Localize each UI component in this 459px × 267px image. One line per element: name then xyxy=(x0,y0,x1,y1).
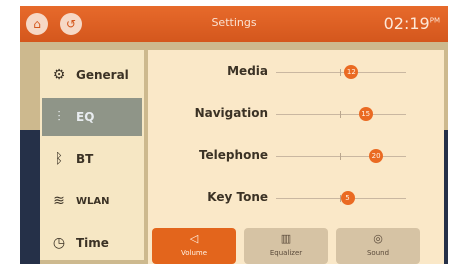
clock: 02:19PM xyxy=(384,14,440,33)
tab-equalizer[interactable]: ▥ Equalizer xyxy=(244,228,328,264)
top-bar: ⌂ ↺ Settings 02:19PM xyxy=(20,6,448,42)
bottom-tab-bar: ◁ Volume ▥ Equalizer ◎ Sound xyxy=(152,228,440,264)
slider-row-telephone: Telephone 20 xyxy=(148,136,444,176)
settings-sidebar: ⚙ General ⫶ EQ ᛒ BT ≋ WLAN ◷ Time xyxy=(40,50,144,260)
slider-label: Key Tone xyxy=(207,190,268,204)
tab-label: Equalizer xyxy=(269,249,303,257)
sound-icon: ◎ xyxy=(373,232,383,245)
slider-track[interactable]: 5 xyxy=(276,191,406,205)
clock-icon: ◷ xyxy=(52,235,66,251)
sidebar-item-wlan[interactable]: ≋ WLAN xyxy=(42,182,142,220)
sidebar-item-eq[interactable]: ⫶ EQ xyxy=(42,98,142,136)
bluetooth-icon: ᛒ xyxy=(54,151,64,167)
slider-track[interactable]: 20 xyxy=(276,149,406,163)
slider-label: Navigation xyxy=(194,106,268,120)
equalizer-bars-icon: ▥ xyxy=(280,232,292,245)
sidebar-item-label: BT xyxy=(76,152,94,166)
speaker-icon: ◁ xyxy=(189,232,199,245)
clock-time: 02:19 xyxy=(383,14,430,33)
slider-row-media: Media 12 xyxy=(148,52,444,92)
tab-volume[interactable]: ◁ Volume xyxy=(152,228,236,264)
sidebar-item-label: Time xyxy=(76,236,109,250)
sidebar-item-label: EQ xyxy=(76,110,95,124)
slider-label: Media xyxy=(227,64,268,78)
volume-panel: Media 12 Navigation 15 Telephone 20 Key … xyxy=(148,50,444,264)
slider-knob[interactable]: 15 xyxy=(358,107,373,121)
sidebar-item-general[interactable]: ⚙ General xyxy=(42,56,142,94)
left-edge-band xyxy=(20,130,40,264)
tab-label: Volume xyxy=(180,249,208,257)
sidebar-item-time[interactable]: ◷ Time xyxy=(42,224,142,262)
clock-suffix: PM xyxy=(429,16,440,25)
tab-label: Sound xyxy=(366,249,390,257)
head-unit-screen: ⌂ ↺ Settings 02:19PM ⚙ General ⫶ EQ ᛒ BT… xyxy=(20,6,448,264)
sidebar-item-label: General xyxy=(76,68,129,82)
gear-icon: ⚙ xyxy=(52,67,66,83)
slider-track[interactable]: 15 xyxy=(276,107,406,121)
right-edge-band xyxy=(444,130,448,264)
slider-center-tick xyxy=(340,153,341,160)
slider-knob[interactable]: 12 xyxy=(344,65,359,79)
sidebar-item-bt[interactable]: ᛒ BT xyxy=(42,140,142,178)
tab-sound[interactable]: ◎ Sound xyxy=(336,228,420,264)
slider-knob[interactable]: 5 xyxy=(340,191,355,205)
slider-center-tick xyxy=(340,69,341,76)
slider-track[interactable]: 12 xyxy=(276,65,406,79)
slider-center-tick xyxy=(340,111,341,118)
slider-label: Telephone xyxy=(198,148,268,162)
slider-row-key-tone: Key Tone 5 xyxy=(148,178,444,218)
wifi-icon: ≋ xyxy=(53,193,65,209)
slider-row-navigation: Navigation 15 xyxy=(148,94,444,134)
equalizer-icon: ⫶ xyxy=(57,109,61,125)
slider-knob[interactable]: 20 xyxy=(369,149,384,163)
sidebar-item-label: WLAN xyxy=(76,195,110,207)
